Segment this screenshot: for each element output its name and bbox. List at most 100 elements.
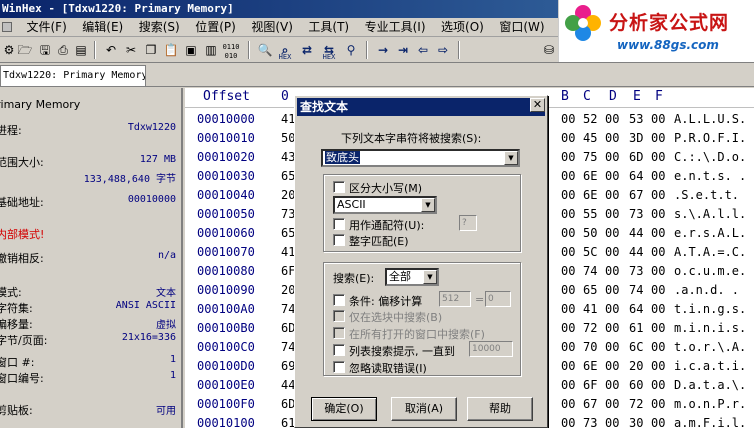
hex-byte[interactable]: 00 (605, 242, 619, 262)
hex-byte[interactable]: 3D (629, 128, 643, 148)
hex-byte[interactable]: 50 (583, 223, 597, 243)
ignore-errors-checkbox[interactable] (333, 361, 345, 373)
ascii-text[interactable]: C.:.\.D.o. (674, 147, 746, 167)
hex-byte[interactable]: 73 (583, 413, 597, 428)
hex-byte[interactable]: 5C (583, 242, 597, 262)
hex-byte[interactable]: 00 (651, 299, 665, 319)
hex-byte[interactable]: 6E (583, 356, 597, 376)
hex-byte[interactable]: 00 (651, 185, 665, 205)
hex-byte[interactable]: 00 (605, 128, 619, 148)
wildcard-char-input[interactable]: ? (459, 215, 477, 231)
menu-view[interactable]: 视图(V) (245, 18, 299, 37)
goto-offset-icon[interactable]: → (374, 41, 392, 59)
hex-byte[interactable]: 00 (651, 242, 665, 262)
hex-byte[interactable]: 00 (605, 185, 619, 205)
paste-write-icon[interactable]: ▣ (182, 41, 200, 59)
hex-byte[interactable]: 00 (651, 356, 665, 376)
hex-byte[interactable]: 00 (605, 280, 619, 300)
hex-byte[interactable]: 00 (605, 109, 619, 129)
wildcard-checkbox[interactable] (333, 218, 345, 230)
ascii-text[interactable]: m.o.n.P.r. (674, 394, 746, 414)
encoding-select[interactable]: ASCII ▼ (333, 196, 437, 214)
hex-byte[interactable]: 00 (605, 375, 619, 395)
ascii-text[interactable]: i.c.a.t.i. (674, 356, 746, 376)
hex-byte[interactable]: 6F (583, 375, 597, 395)
print-icon[interactable]: ⎙ (54, 41, 72, 59)
hex-byte[interactable]: 52 (583, 109, 597, 129)
hex-byte[interactable]: 70 (583, 337, 597, 357)
hex-byte[interactable]: 00 (651, 204, 665, 224)
hex-byte[interactable]: 00 (561, 337, 575, 357)
hex-byte[interactable]: 00 (561, 280, 575, 300)
hex-byte[interactable]: 74 (583, 261, 597, 281)
hex-byte[interactable]: 20 (629, 356, 643, 376)
cancel-button[interactable]: 取消(A) (391, 397, 457, 421)
close-icon[interactable]: ✕ (530, 98, 545, 112)
hex-byte[interactable]: 00 (561, 299, 575, 319)
hex-byte[interactable]: 00 (561, 128, 575, 148)
hex-byte[interactable]: 60 (629, 375, 643, 395)
hex-byte[interactable]: 41 (583, 299, 597, 319)
hex-byte[interactable]: 00 (651, 318, 665, 338)
undo-icon[interactable]: ↶ (102, 41, 120, 59)
hex-byte[interactable]: 73 (629, 204, 643, 224)
search-text-combo[interactable]: 致底头 ▼ (321, 149, 520, 167)
ascii-text[interactable]: .a.n.d. . (674, 280, 739, 300)
list-max-input[interactable]: 10000 (469, 341, 513, 357)
hex-byte[interactable]: 00 (561, 166, 575, 186)
hex-byte[interactable]: 67 (629, 185, 643, 205)
ascii-text[interactable]: s.\.A.l.l. (674, 204, 746, 224)
replace-text-icon[interactable]: ⇄ (298, 41, 316, 59)
hex-byte[interactable]: 44 (629, 223, 643, 243)
ascii-text[interactable]: A.T.A.=.C. (674, 242, 746, 262)
ascii-text[interactable]: t.i.n.g.s. (674, 299, 746, 319)
hex-byte[interactable]: 00 (605, 147, 619, 167)
hex-byte[interactable]: 6D (629, 147, 643, 167)
hex-byte[interactable]: 00 (561, 261, 575, 281)
hex-byte[interactable]: 00 (605, 166, 619, 186)
hex-byte[interactable]: 67 (583, 394, 597, 414)
hex-byte[interactable]: 30 (629, 413, 643, 428)
hex-byte[interactable]: 64 (629, 299, 643, 319)
hex-byte[interactable]: 00 (651, 147, 665, 167)
hex-byte[interactable]: 6E (583, 185, 597, 205)
hex-byte[interactable]: 00 (605, 394, 619, 414)
hex-byte[interactable]: 00 (561, 204, 575, 224)
hex-byte[interactable]: 55 (583, 204, 597, 224)
clipboard-icon[interactable]: ▥ (202, 41, 220, 59)
in-selection-checkbox[interactable] (333, 310, 345, 322)
cut-icon[interactable]: ✂ (122, 41, 140, 59)
condition-value-input[interactable]: 0 (485, 291, 511, 307)
chevron-down-icon[interactable]: ▼ (423, 270, 437, 284)
menu-search[interactable]: 搜索(S) (133, 18, 186, 37)
menu-app-icon[interactable] (0, 18, 17, 37)
hex-byte[interactable]: 00 (561, 413, 575, 428)
back-arrow-icon[interactable]: ⇦ (414, 41, 432, 59)
hex-byte[interactable]: 00 (605, 204, 619, 224)
hex-byte[interactable]: 53 (629, 109, 643, 129)
help-button[interactable]: 帮助 (467, 397, 533, 421)
menu-options[interactable]: 选项(O) (435, 18, 490, 37)
hex-byte[interactable]: 00 (651, 375, 665, 395)
menu-window[interactable]: 窗口(W) (493, 18, 550, 37)
ok-button[interactable]: 确定(O) (311, 397, 377, 421)
hex-byte[interactable]: 00 (561, 223, 575, 243)
hex-byte[interactable]: 00 (651, 166, 665, 186)
disk-icon[interactable]: ⛁ (540, 41, 558, 59)
hex-byte[interactable]: 00 (561, 109, 575, 129)
ascii-text[interactable]: t.o.r.\.A. (674, 337, 746, 357)
hex-byte[interactable]: 72 (629, 394, 643, 414)
ascii-text[interactable]: .S.e.t.t. (674, 185, 739, 205)
ascii-text[interactable]: m.i.n.i.s. (674, 318, 746, 338)
hex-byte[interactable]: 00 (561, 185, 575, 205)
menu-edit[interactable]: 编辑(E) (76, 18, 129, 37)
hex-byte[interactable]: 73 (629, 261, 643, 281)
save-icon[interactable]: 🖫 (36, 41, 54, 59)
chevron-down-icon[interactable]: ▼ (504, 151, 518, 165)
hex-byte[interactable]: 44 (629, 242, 643, 262)
search-direction-select[interactable]: 全部 ▼ (385, 268, 439, 286)
hex-byte[interactable]: 00 (561, 242, 575, 262)
hex-byte[interactable]: 65 (583, 280, 597, 300)
condition-offset-input[interactable]: 512 (439, 291, 471, 307)
hex-byte[interactable]: 45 (583, 128, 597, 148)
